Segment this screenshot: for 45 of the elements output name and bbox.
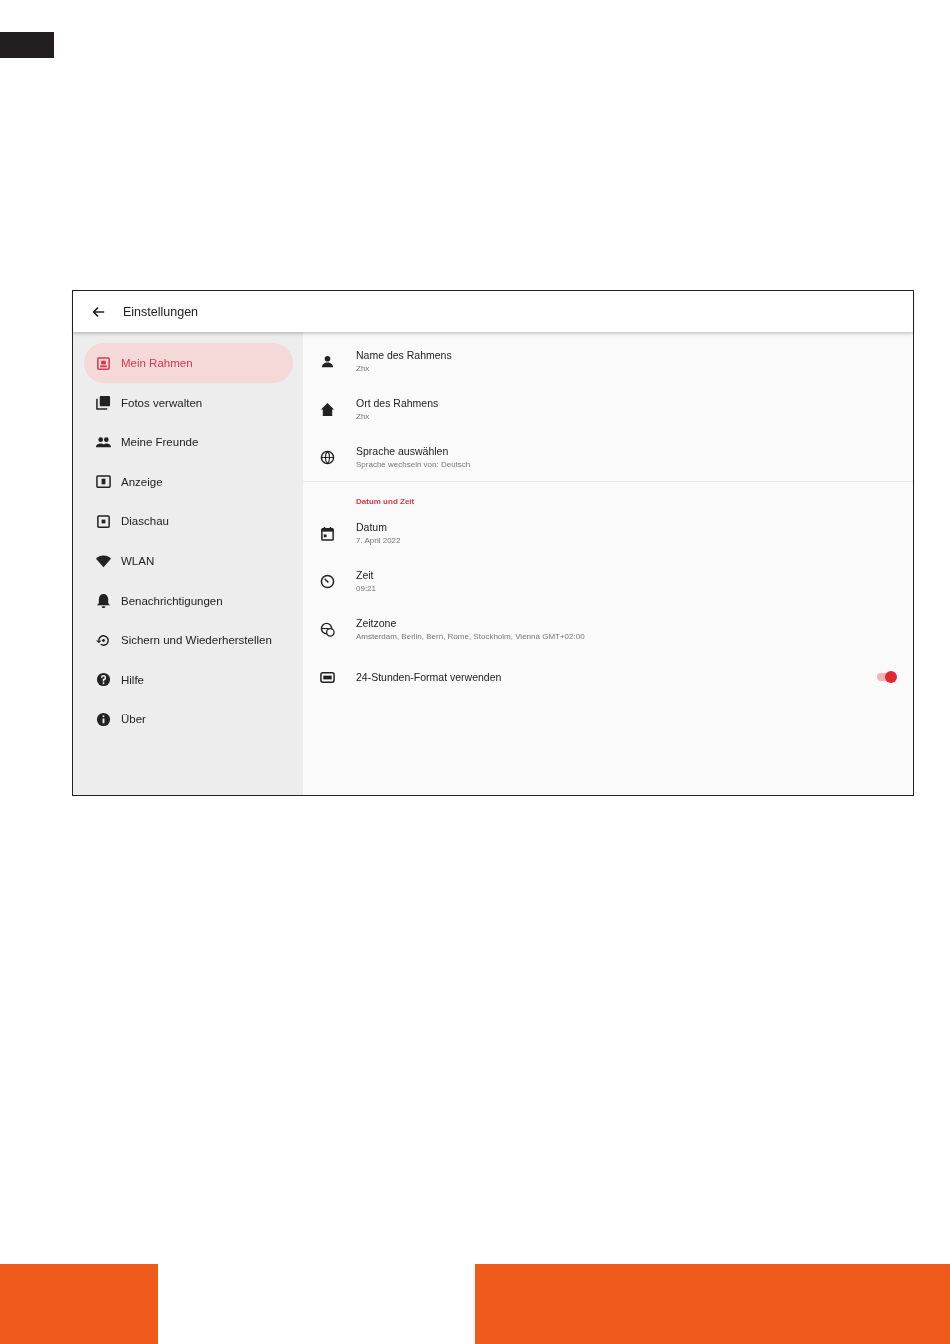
sidebar-item[interactable]: Über [84,699,293,740]
window-title: Einstellungen [123,304,199,319]
setting-title[interactable]: Zeitzone [356,617,397,629]
sidebar-item[interactable]: Fotos verwalten [84,382,293,423]
sidebar-item[interactable]: Benachrichtigungen [84,580,293,621]
setting-title[interactable]: 24-Stunden-Format verwenden [356,671,502,683]
sidebar-item[interactable]: Meine Freunde [84,422,293,463]
setting-value: 7. April 2022 [356,536,401,545]
home-icon [320,401,335,417]
setting-title[interactable]: Datum [356,521,387,533]
setting-value: Sprache wechseln von: Deutsch [356,460,471,469]
people-icon [96,434,111,450]
sidebar-item[interactable]: Sichern und Wiederherstellen [84,620,293,661]
setting-title[interactable]: Ort des Rahmens [356,397,439,409]
clock-icon [320,573,335,589]
setting-title[interactable]: Sprache auswählen [356,445,449,457]
wifi-icon [96,553,111,569]
help-icon [96,672,111,688]
calendar-icon [320,525,335,541]
sidebar-item[interactable]: Anzeige [84,461,293,502]
photos-icon [96,395,111,411]
globe-icon [320,449,335,465]
setting-value: Amsterdam, Berlin, Bern, Rome, Stockholm, Vienna GMT+02:00 [356,632,585,641]
sidebar-item[interactable]: Mein Rahmen [84,343,293,383]
sidebar-item[interactable]: Diaschau [84,501,293,542]
frame-icon [96,355,111,371]
sidebar-item[interactable]: WLAN [84,541,293,582]
toggle-switch[interactable] [877,670,897,684]
info-icon [96,712,111,727]
setting-title[interactable]: Zeit [356,569,374,581]
setting-value: 09:21 [356,584,377,593]
bell-icon [96,593,111,609]
back-button[interactable] [91,304,105,319]
keyboard-icon [320,669,335,685]
person-icon [320,353,335,369]
page-tab-marker [0,32,54,58]
setting-value: Zhx [356,412,370,421]
sidebar-item[interactable]: Hilfe [84,659,293,700]
section-header: Datum und Zeit [355,496,415,508]
restore-icon [96,632,111,648]
globe-clock-icon [320,621,335,637]
slideshow-icon [96,513,111,529]
setting-value: Zhx [356,364,370,373]
setting-title[interactable]: Name des Rahmens [356,349,452,361]
display-icon [96,474,111,490]
